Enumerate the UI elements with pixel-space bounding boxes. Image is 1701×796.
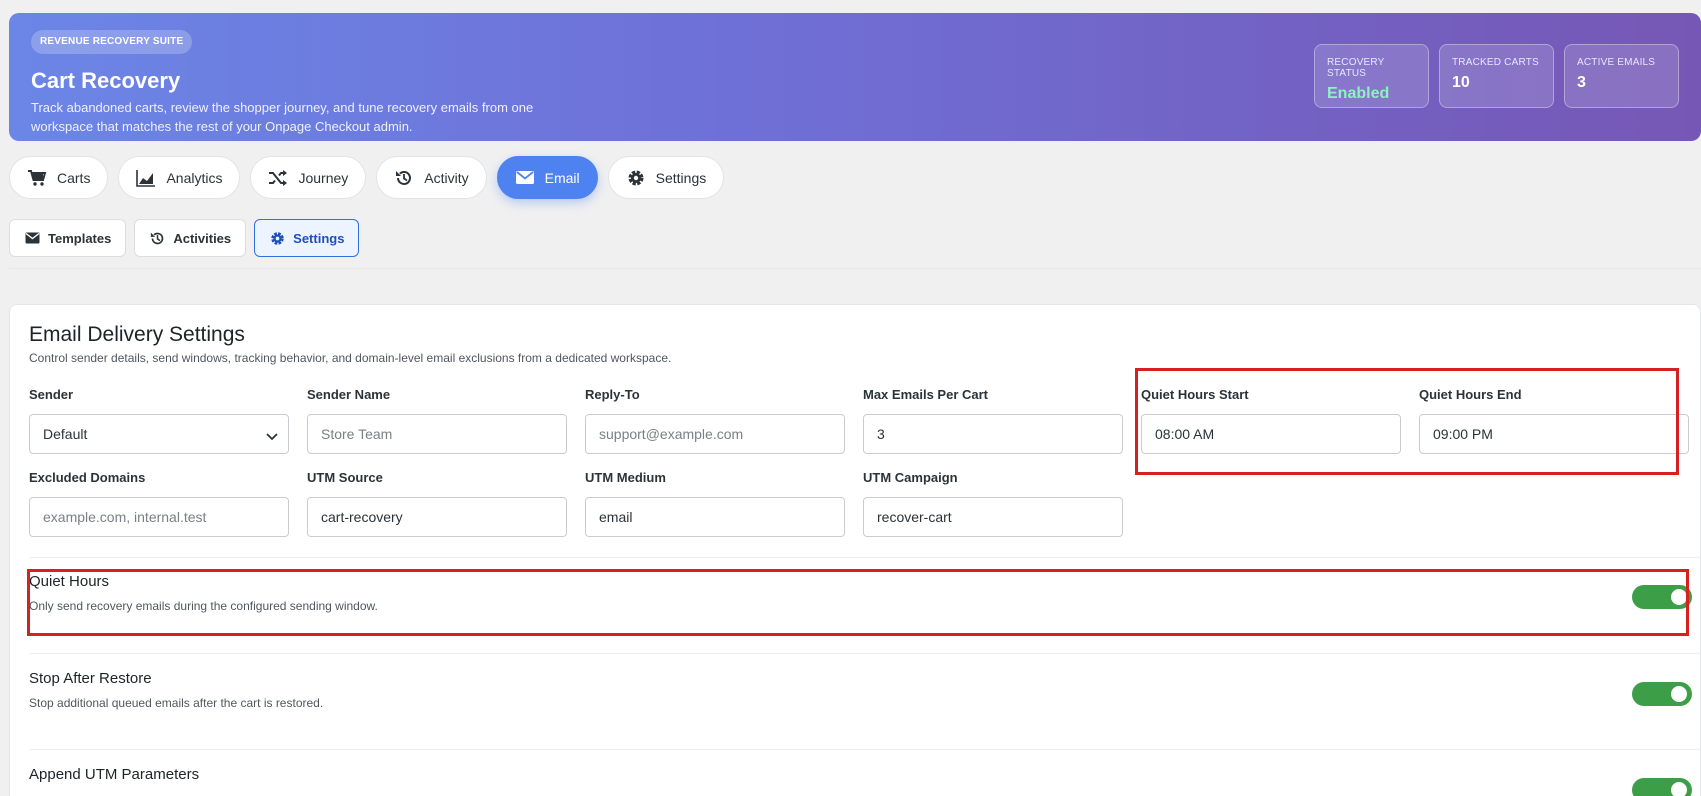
highlight-quiet-hours-row xyxy=(27,569,1689,636)
tab-label: Carts xyxy=(57,169,91,186)
history-icon xyxy=(394,168,414,188)
field-label: Max Emails Per Cart xyxy=(863,387,989,402)
stat-recovery-status: RECOVERY STATUS Enabled xyxy=(1314,44,1429,108)
tab-carts[interactable]: Carts xyxy=(9,156,109,199)
gear-icon xyxy=(269,230,285,246)
max-emails-input[interactable]: 3 xyxy=(863,414,1123,454)
stat-value: Enabled xyxy=(1327,85,1390,102)
page-description: Track abandoned carts, review the shoppe… xyxy=(31,100,534,134)
field-label: Excluded Domains xyxy=(29,470,146,485)
stat-label: TRACKED CARTS xyxy=(1452,57,1539,68)
tab-label: Activity xyxy=(424,169,469,186)
divider xyxy=(9,268,1701,269)
stop-after-restore-row: Stop After Restore Stop additional queue… xyxy=(29,670,1692,730)
shuffle-icon xyxy=(268,168,288,188)
tab-settings[interactable]: Settings xyxy=(607,156,725,199)
tab-activity[interactable]: Activity xyxy=(376,156,487,199)
panel-title: Email Delivery Settings xyxy=(29,323,245,346)
append-utm-row: Append UTM Parameters xyxy=(29,766,1692,796)
tab-label: Journey xyxy=(298,169,349,186)
utm-campaign-field: UTM Campaign recover-cart xyxy=(863,470,1123,537)
sender-name-input[interactable]: Store Team xyxy=(307,414,567,454)
stat-value: 10 xyxy=(1452,74,1470,91)
tab-label: Settings xyxy=(655,169,707,186)
header-banner: REVENUE RECOVERY SUITE Cart Recovery Tra… xyxy=(9,13,1701,141)
subtab-label: Activities xyxy=(173,230,232,246)
page-title: Cart Recovery xyxy=(31,68,181,93)
sender-select[interactable]: Default xyxy=(29,414,289,454)
subtab-label: Settings xyxy=(293,230,345,246)
divider xyxy=(29,749,1701,750)
stop-after-restore-toggle[interactable] xyxy=(1632,682,1692,706)
toggle-description: Stop additional queued emails after the … xyxy=(29,696,324,710)
stat-label: ACTIVE EMAILS xyxy=(1577,57,1656,68)
subtab-templates[interactable]: Templates xyxy=(9,219,127,257)
field-label: UTM Campaign xyxy=(863,470,958,485)
excluded-domains-field: Excluded Domains example.com, internal.t… xyxy=(29,470,289,537)
subtab-activities[interactable]: Activities xyxy=(134,219,247,257)
field-label: Sender Name xyxy=(307,387,391,402)
tab-label: Analytics xyxy=(166,169,223,186)
append-utm-toggle[interactable] xyxy=(1632,778,1692,796)
reply-to-field: Reply-To support@example.com xyxy=(585,387,845,454)
excluded-domains-input[interactable]: example.com, internal.test xyxy=(29,497,289,537)
field-label: UTM Source xyxy=(307,470,383,485)
suite-badge: REVENUE RECOVERY SUITE xyxy=(31,30,193,54)
max-emails-field: Max Emails Per Cart 3 xyxy=(863,387,1123,454)
tab-analytics[interactable]: Analytics xyxy=(118,156,241,199)
toggle-title: Stop After Restore xyxy=(29,670,152,687)
stat-tracked-carts: TRACKED CARTS 10 xyxy=(1439,44,1554,108)
stat-active-emails: ACTIVE EMAILS 3 xyxy=(1564,44,1679,108)
history-icon xyxy=(149,230,165,246)
sender-field: Sender Default xyxy=(29,387,289,454)
reply-to-input[interactable]: support@example.com xyxy=(585,414,845,454)
toggle-title: Append UTM Parameters xyxy=(29,766,200,783)
stat-label: RECOVERY STATUS xyxy=(1327,57,1385,79)
highlight-quiet-hours-fields xyxy=(1135,368,1679,475)
utm-medium-field: UTM Medium email xyxy=(585,470,845,537)
stat-value: 3 xyxy=(1577,74,1586,91)
sender-name-field: Sender Name Store Team xyxy=(307,387,567,454)
tab-journey[interactable]: Journey xyxy=(250,156,367,199)
utm-medium-input[interactable]: email xyxy=(585,497,845,537)
panel-subtitle: Control sender details, send windows, tr… xyxy=(29,351,672,365)
select-value: Default xyxy=(43,426,88,442)
subtab-settings[interactable]: Settings xyxy=(254,219,360,257)
field-label: UTM Medium xyxy=(585,470,666,485)
chart-icon xyxy=(136,168,156,188)
subtab-label: Templates xyxy=(48,230,112,246)
sub-tabs: Templates Activities Settings xyxy=(9,219,367,257)
divider xyxy=(29,653,1701,654)
utm-source-field: UTM Source cart-recovery xyxy=(307,470,567,537)
toggle-knob xyxy=(1671,686,1687,702)
divider xyxy=(29,557,1701,558)
mail-icon xyxy=(515,168,535,188)
cart-icon xyxy=(27,168,47,188)
tab-email[interactable]: Email xyxy=(496,156,598,199)
mail-icon xyxy=(24,230,40,246)
tab-label: Email xyxy=(544,169,580,186)
main-tabs: Carts Analytics Journey Activity Email S… xyxy=(9,156,734,199)
field-label: Sender xyxy=(29,387,74,402)
toggle-knob xyxy=(1671,782,1687,796)
utm-source-input[interactable]: cart-recovery xyxy=(307,497,567,537)
gear-icon xyxy=(626,168,646,188)
field-label: Reply-To xyxy=(585,387,640,402)
chevron-down-icon xyxy=(266,428,278,444)
utm-campaign-input[interactable]: recover-cart xyxy=(863,497,1123,537)
